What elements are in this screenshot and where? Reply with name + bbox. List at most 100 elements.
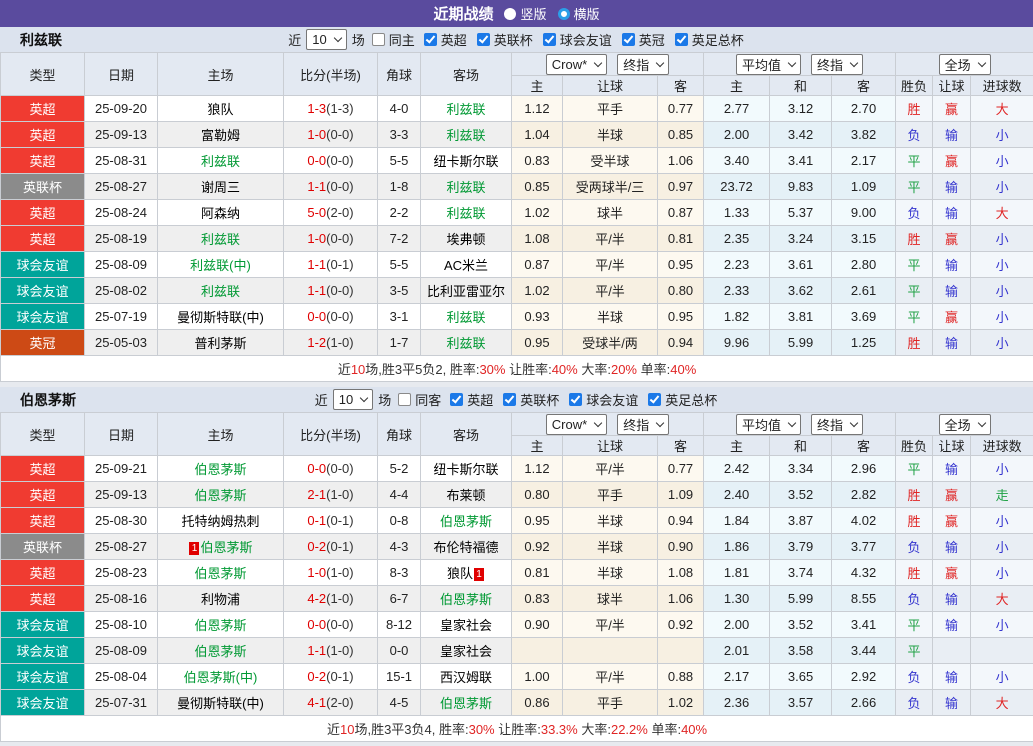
avg-draw-odds: 3.62 xyxy=(770,278,832,304)
avg-time-dropdown[interactable]: 终指 xyxy=(811,54,863,75)
match-date: 25-05-03 xyxy=(85,330,158,356)
corner-score: 4-5 xyxy=(378,690,421,716)
home-team: 1伯恩茅斯 xyxy=(158,534,284,560)
league-checkbox[interactable] xyxy=(477,33,490,46)
match-count-dropdown[interactable]: 10 xyxy=(306,29,346,50)
match-date: 25-08-09 xyxy=(85,252,158,278)
handicap-home-odds: 0.83 xyxy=(512,586,563,612)
corner-score: 1-7 xyxy=(378,330,421,356)
result-goals: 小 xyxy=(971,252,1033,278)
col-date: 日期 xyxy=(85,413,158,456)
radio-checked-icon[interactable] xyxy=(558,8,570,20)
same-side-checkbox[interactable] xyxy=(398,393,411,406)
chevron-down-icon xyxy=(788,58,796,66)
odds-time-dropdown[interactable]: 终指 xyxy=(617,414,669,435)
league-checkbox[interactable] xyxy=(450,393,463,406)
league-checkbox[interactable] xyxy=(424,33,437,46)
odds-source-dropdown[interactable]: Crow* xyxy=(546,54,607,75)
summary-part: 20% xyxy=(611,362,637,377)
odds-source-dropdown[interactable]: Crow* xyxy=(546,414,607,435)
match-row: 英超25-09-13伯恩茅斯2-1(1-0)4-4布莱顿0.80平手1.092.… xyxy=(1,482,1033,508)
handicap-away-odds: 0.77 xyxy=(658,456,704,482)
full-score: 1-0 xyxy=(307,127,326,142)
full-score: 0-0 xyxy=(307,617,326,632)
same-side-checkbox[interactable] xyxy=(372,33,385,46)
score: 0-2(0-1) xyxy=(284,534,378,560)
corner-score: 4-4 xyxy=(378,482,421,508)
avg-away-odds: 8.55 xyxy=(832,586,896,612)
corner-score: 3-5 xyxy=(378,278,421,304)
handicap-line: 平/半 xyxy=(563,226,658,252)
away-team: 皇家社会 xyxy=(421,612,512,638)
league-badge: 英联杯 xyxy=(1,174,85,200)
match-row: 英超25-08-24阿森纳5-0(2-0)2-2利兹联1.02球半0.871.3… xyxy=(1,200,1033,226)
handicap-home-odds: 0.95 xyxy=(512,508,563,534)
scope-dropdown[interactable]: 全场 xyxy=(939,54,991,75)
odds-time-dropdown[interactable]: 终指 xyxy=(617,54,669,75)
league-badge: 英超 xyxy=(1,96,85,122)
result-handicap: 输 xyxy=(933,252,971,278)
full-score: 1-3 xyxy=(307,101,326,116)
section-header: 伯恩茅斯 近 10 场 同客 英超英联杯球会友谊英足总杯 xyxy=(0,387,1033,412)
avg-draw-odds: 3.74 xyxy=(770,560,832,586)
results-body: 英超25-09-20狼队1-3(1-3)4-0利兹联1.12平手0.772.77… xyxy=(1,96,1033,356)
handicap-away-odds: 1.06 xyxy=(658,148,704,174)
summary-part: 40% xyxy=(552,362,578,377)
result-handicap: 赢 xyxy=(933,226,971,252)
col-wdl: 胜负 xyxy=(896,436,933,456)
league-badge: 球会友谊 xyxy=(1,252,85,278)
half-score: (0-0) xyxy=(326,179,353,194)
match-date: 25-08-04 xyxy=(85,664,158,690)
avg-draw-odds: 3.41 xyxy=(770,148,832,174)
league-badge: 英超 xyxy=(1,586,85,612)
full-score: 1-2 xyxy=(307,335,326,350)
page-title: 近期战绩 xyxy=(433,3,493,24)
handicap-home-odds: 1.12 xyxy=(512,456,563,482)
match-row: 英超25-08-23伯恩茅斯1-0(1-0)8-3狼队10.81半球1.081.… xyxy=(1,560,1033,586)
avg-time-dropdown[interactable]: 终指 xyxy=(811,414,863,435)
result-goals: 小 xyxy=(971,148,1033,174)
avg-away-odds: 3.77 xyxy=(832,534,896,560)
handicap-away-odds xyxy=(658,638,704,664)
result-wdl: 负 xyxy=(896,534,933,560)
red-card-badge: 1 xyxy=(189,542,199,555)
team-label: 狼队 xyxy=(447,566,473,581)
match-count-dropdown[interactable]: 10 xyxy=(333,389,373,410)
avg-draw-odds: 5.99 xyxy=(770,330,832,356)
handicap-away-odds: 0.81 xyxy=(658,226,704,252)
summary-part: 10 xyxy=(340,722,354,737)
avg-away-odds: 9.00 xyxy=(832,200,896,226)
handicap-line: 半球 xyxy=(563,534,658,560)
result-wdl: 平 xyxy=(896,148,933,174)
league-checkbox[interactable] xyxy=(675,33,688,46)
corner-score: 3-1 xyxy=(378,304,421,330)
league-checkbox[interactable] xyxy=(569,393,582,406)
league-checkbox[interactable] xyxy=(622,33,635,46)
result-handicap: 输 xyxy=(933,534,971,560)
chevron-down-icon xyxy=(594,418,602,426)
result-goals: 小 xyxy=(971,330,1033,356)
view-option-vertical[interactable]: 竖版 xyxy=(504,4,546,23)
league-checkbox[interactable] xyxy=(543,33,556,46)
handicap-line: 平/半 xyxy=(563,664,658,690)
handicap-away-odds: 0.92 xyxy=(658,612,704,638)
team-label: 利兹联 xyxy=(201,232,240,247)
league-checkbox[interactable] xyxy=(648,393,661,406)
league-checkbox[interactable] xyxy=(503,393,516,406)
away-team: 利兹联 xyxy=(421,174,512,200)
avg-draw-odds: 3.81 xyxy=(770,304,832,330)
radio-unchecked-icon[interactable] xyxy=(504,8,516,20)
avg-away-odds: 1.25 xyxy=(832,330,896,356)
avg-draw-odds: 3.57 xyxy=(770,690,832,716)
scope-dropdown[interactable]: 全场 xyxy=(939,414,991,435)
col-let-line: 让球 xyxy=(563,76,658,96)
home-team: 利兹联 xyxy=(158,278,284,304)
avg-source-dropdown[interactable]: 平均值 xyxy=(736,414,801,435)
section-header: 利兹联 近 10 场 同主 英超英联杯球会友谊英冠英足总杯 xyxy=(0,27,1033,52)
avg-home-odds: 1.82 xyxy=(704,304,770,330)
match-date: 25-08-10 xyxy=(85,612,158,638)
view-option-horizontal[interactable]: 横版 xyxy=(558,4,600,23)
match-date: 25-08-23 xyxy=(85,560,158,586)
col-avg-draw: 和 xyxy=(770,436,832,456)
avg-source-dropdown[interactable]: 平均值 xyxy=(736,54,801,75)
